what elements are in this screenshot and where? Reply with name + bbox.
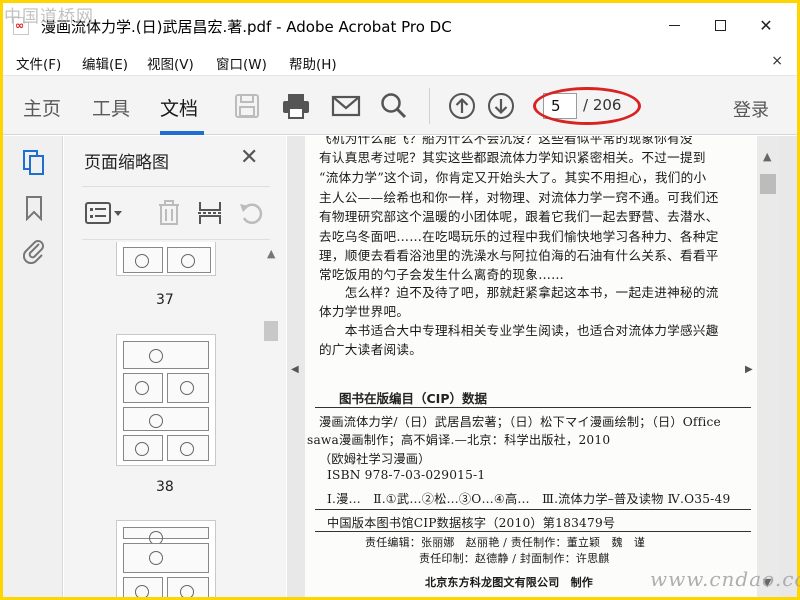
minimize-icon bbox=[668, 24, 680, 26]
bookmarks-icon[interactable] bbox=[21, 193, 47, 223]
text-line: 去吃乌冬面吧……在吃喝玩乐的过程中我们愉快地学习各种力、各种定 bbox=[319, 229, 719, 244]
close-document-icon[interactable]: × bbox=[771, 53, 783, 69]
close-window-button[interactable]: ✕ bbox=[743, 11, 789, 39]
comic-panel bbox=[123, 373, 163, 403]
menu-help[interactable]: 帮助(H) bbox=[289, 53, 337, 73]
comic-panel bbox=[123, 435, 163, 461]
thumbnail-list: 37 38 bbox=[64, 242, 286, 597]
cip-divider bbox=[315, 531, 751, 532]
scroll-up-icon[interactable]: ▲ bbox=[763, 150, 771, 163]
comic-panel bbox=[123, 527, 209, 545]
text-line: 有认真思考过呢？其实这些都跟流体力学知识紧密相关。不过一提到 bbox=[319, 150, 706, 165]
comic-panel bbox=[123, 407, 209, 431]
navigation-rail bbox=[3, 136, 63, 597]
page-thumbnails-icon[interactable] bbox=[21, 148, 47, 178]
text-line: 常吃饭用的勺子会发生什么离奇的现象…… bbox=[319, 267, 564, 282]
cip-line: ISBN 978-7-03-029015-1 bbox=[327, 468, 486, 482]
minimize-button[interactable] bbox=[651, 11, 697, 39]
text-line: 的广大读者阅读。 bbox=[319, 342, 423, 357]
thumbnail-scroll-thumb[interactable] bbox=[264, 321, 278, 341]
title-bar: 漫画流体力学.(日)武居昌宏.著.pdf - Adobe Acrobat Pro… bbox=[3, 3, 797, 45]
text-line: 有物理研究部这个温暖的小团体呢，跟着它我们一起去野营、去潜水、 bbox=[319, 209, 719, 224]
thumbnail-page-number: 38 bbox=[156, 479, 174, 495]
close-icon: ✕ bbox=[759, 15, 773, 35]
comic-panel bbox=[167, 435, 209, 461]
next-page-icon[interactable] bbox=[486, 91, 516, 121]
menu-bar: 文件(F) 编辑(E) 视图(V) 窗口(W) 帮助(H) × bbox=[3, 47, 797, 73]
red-highlight-annotation bbox=[533, 87, 641, 125]
text-line: 怎么样？迫不及待了吧，那就赶紧拿起这本书，一起走进神秘的流 bbox=[319, 285, 719, 300]
window-title: 漫画流体力学.(日)武居昌宏.著.pdf - Adobe Acrobat Pro… bbox=[41, 18, 452, 36]
cip-line: 中国版本图书馆CIP数据核字（2010）第183479号 bbox=[327, 516, 616, 530]
thumbnails-toolbar bbox=[82, 186, 270, 240]
cip-divider bbox=[315, 509, 751, 510]
text-line: 本书适合大中专理科相关专业学生阅读，也适合对流体力学感兴趣 bbox=[319, 323, 719, 338]
tab-home[interactable]: 主页 bbox=[23, 94, 61, 121]
text-line: 主人公——绘希也和你一样，对物理、对流体力学一窍不通。可我们还 bbox=[319, 190, 719, 205]
split-pages-icon[interactable] bbox=[196, 199, 224, 227]
acrobat-window: 漫画流体力学.(日)武居昌宏.著.pdf - Adobe Acrobat Pro… bbox=[3, 3, 797, 597]
cip-heading: 图书在版编目（CIP）数据 bbox=[339, 391, 487, 406]
attachments-icon[interactable] bbox=[21, 236, 47, 266]
maximize-icon bbox=[714, 19, 726, 31]
collapse-right-panel-icon[interactable]: ▶ bbox=[745, 364, 753, 375]
comic-panel bbox=[123, 341, 209, 369]
cip-line: Ⅰ.漫… Ⅱ.①武…②松…③O…④高… Ⅲ.流体力学–普及读物 Ⅳ.O35-49 bbox=[327, 492, 731, 506]
menu-view[interactable]: 视图(V) bbox=[147, 53, 194, 73]
document-scroll-thumb[interactable] bbox=[760, 174, 776, 194]
search-icon[interactable] bbox=[379, 91, 409, 121]
login-button[interactable]: 登录 bbox=[733, 96, 769, 122]
page-thumbnails-panel: 页面缩略图 ✕ 37 38 ▲ bbox=[64, 136, 286, 597]
comic-panel bbox=[123, 543, 209, 573]
text-line: 理，顺便去看看浴池里的洗澡水与阿拉伯海的石油有什么关系、看看平 bbox=[319, 248, 719, 263]
watermark-top-left: 中国道桥网 bbox=[4, 7, 94, 27]
document-view: ◀ 飞机为什么能飞？船为什么不会沉没？这些看似平常的现象你有没 有认真思考过呢？… bbox=[287, 136, 797, 597]
tab-document[interactable]: 文档 bbox=[160, 94, 198, 121]
credit-line: 责任印制：赵德静 / 封面制作：许思麒 bbox=[419, 552, 610, 565]
toolbar-separator bbox=[429, 88, 430, 124]
maximize-button[interactable] bbox=[697, 11, 743, 39]
previous-page-icon[interactable] bbox=[447, 91, 477, 121]
pdf-page: 飞机为什么能飞？船为什么不会沉没？这些看似平常的现象你有没 有认真思考过呢？其实… bbox=[305, 136, 757, 597]
thumbnail-scrollbar[interactable] bbox=[262, 242, 280, 597]
print-icon[interactable] bbox=[281, 91, 311, 121]
rotate-page-icon[interactable] bbox=[238, 199, 266, 227]
menu-edit[interactable]: 编辑(E) bbox=[82, 53, 128, 73]
thumbnail-page-number: 37 bbox=[156, 292, 174, 308]
scroll-up-icon[interactable]: ▲ bbox=[267, 247, 275, 260]
thumbnail-page[interactable] bbox=[116, 520, 216, 597]
cip-line: 漫画流体力学/（日）武居昌宏著；（日）松下マイ漫画绘制；（日）Office bbox=[319, 415, 721, 429]
email-icon[interactable] bbox=[331, 91, 361, 121]
text-line: 飞机为什么能飞？船为什么不会沉没？这些看似平常的现象你有没 bbox=[319, 136, 693, 146]
save-icon[interactable] bbox=[232, 91, 262, 121]
cip-line: （欧姆社学习漫画） bbox=[319, 452, 431, 466]
document-scrollbar[interactable] bbox=[757, 136, 779, 597]
comic-panel bbox=[123, 247, 163, 273]
collapse-left-panel-icon[interactable]: ◀ bbox=[291, 364, 299, 375]
watermark-bottom-right: www.cndao.com bbox=[650, 567, 800, 591]
text-line: “流体力学”这个词，你肯定又开始头大了。其实不用担心，我们的小 bbox=[319, 170, 707, 185]
cip-line: sawa漫画制作；高不娟译.—北京：科学出版社，2010 bbox=[307, 433, 611, 447]
thumbnails-panel-title: 页面缩略图 bbox=[84, 153, 169, 173]
delete-page-icon[interactable] bbox=[155, 199, 183, 227]
close-panel-icon[interactable]: ✕ bbox=[240, 145, 258, 170]
menu-file[interactable]: 文件(F) bbox=[16, 53, 61, 73]
comic-panel bbox=[123, 577, 163, 597]
thumbnail-page[interactable] bbox=[116, 334, 216, 466]
main-toolbar: 主页 工具 文档 5 / 206 登录 bbox=[3, 75, 797, 135]
credit-line: 责任编辑：张丽娜 赵丽艳 / 责任制作：董立颖 魏 谨 bbox=[365, 536, 646, 549]
active-tab-indicator bbox=[160, 131, 204, 135]
comic-panel bbox=[167, 577, 209, 597]
cip-divider bbox=[315, 407, 751, 408]
tab-tools[interactable]: 工具 bbox=[92, 94, 130, 121]
menu-window[interactable]: 窗口(W) bbox=[216, 53, 267, 73]
thumbnail-page[interactable] bbox=[116, 242, 216, 276]
comic-panel bbox=[167, 247, 211, 273]
text-line: 体力学世界吧。 bbox=[319, 304, 410, 319]
publisher-line: 北京东方科龙图文有限公司 制作 bbox=[425, 576, 593, 589]
comic-panel bbox=[167, 373, 209, 403]
thumbnail-options-icon[interactable] bbox=[82, 199, 126, 227]
